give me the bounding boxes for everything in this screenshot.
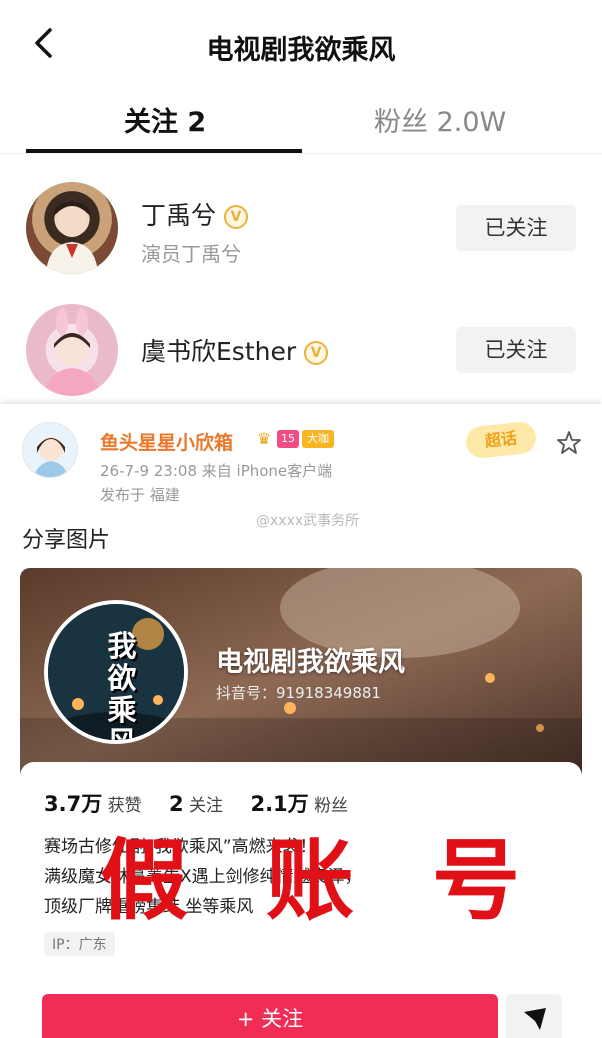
follow-tabs: 关注 2 粉丝 2.0W	[0, 88, 602, 154]
watermark: @xxxx武事务所	[256, 513, 360, 529]
account-id[interactable]: 抖音号：91918349881	[216, 682, 381, 703]
list-item[interactable]: 丁禹兮 V 演员丁禹兮 已关注	[0, 170, 602, 282]
active-tab-indicator	[26, 149, 302, 153]
user-name: 虞书欣Esther V	[141, 332, 329, 368]
post-location: 发布于 福建	[100, 486, 180, 504]
poster-avatar[interactable]	[22, 422, 78, 478]
send-icon	[524, 1008, 546, 1030]
page-title: 电视剧我欲乘风	[206, 35, 396, 66]
share-button[interactable]	[506, 994, 562, 1038]
shared-image[interactable]: 我欲乘风 电视剧我欲乘风 抖音号：91918349881 3.7万 获赞 2 关…	[20, 568, 582, 1038]
user-name: 丁禹兮 V	[141, 196, 249, 232]
top-nav: 电视剧我欲乘风	[0, 0, 602, 88]
post-meta: 26-7-9 23:08 来自 iPhone客户端	[100, 462, 333, 480]
crown-icon: ♛	[256, 428, 272, 448]
list-item[interactable]: 虞书欣Esther V 已关注	[0, 292, 602, 404]
post-text: 分享图片	[22, 528, 111, 553]
likes-count: 3.7万	[44, 792, 103, 816]
user-subtitle: 演员丁禹兮	[141, 242, 241, 266]
poster-title: 我欲乘风	[107, 629, 137, 744]
verified-icon: V	[224, 205, 249, 229]
followed-button[interactable]: 已关注	[456, 327, 576, 373]
weibo-post: 鱼头星星小欣箱 ♛ 15 大咖 26-7-9 23:08 来自 iPhone客户端 …	[0, 404, 602, 1038]
account-name: 电视剧我欲乘风	[216, 647, 405, 678]
tab-fans[interactable]: 粉丝 2.0W	[374, 100, 506, 139]
avatar[interactable]	[26, 182, 118, 274]
follow-button[interactable]: + 关注	[42, 994, 498, 1038]
fake-account-stamp: 假账号	[100, 829, 599, 932]
poster-name[interactable]: 鱼头星星小欣箱	[100, 428, 233, 455]
vip-badge: 大咖	[302, 429, 334, 448]
user-badges: ♛ 15 大咖	[254, 428, 337, 448]
supertopic-badge[interactable]: 超话	[464, 420, 538, 460]
account-avatar[interactable]: 我欲乘风	[44, 600, 188, 744]
avatar[interactable]	[26, 304, 118, 396]
star-icon[interactable]	[556, 430, 582, 456]
tab-following[interactable]: 关注 2	[124, 100, 206, 139]
level-badge: 15	[277, 429, 299, 448]
followed-button[interactable]: 已关注	[456, 205, 576, 251]
screen: 电视剧我欲乘风 关注 2 粉丝 2.0W 丁禹兮 V 演员丁禹兮 已关注 虞书欣…	[0, 0, 602, 1038]
verified-icon: V	[304, 341, 329, 365]
